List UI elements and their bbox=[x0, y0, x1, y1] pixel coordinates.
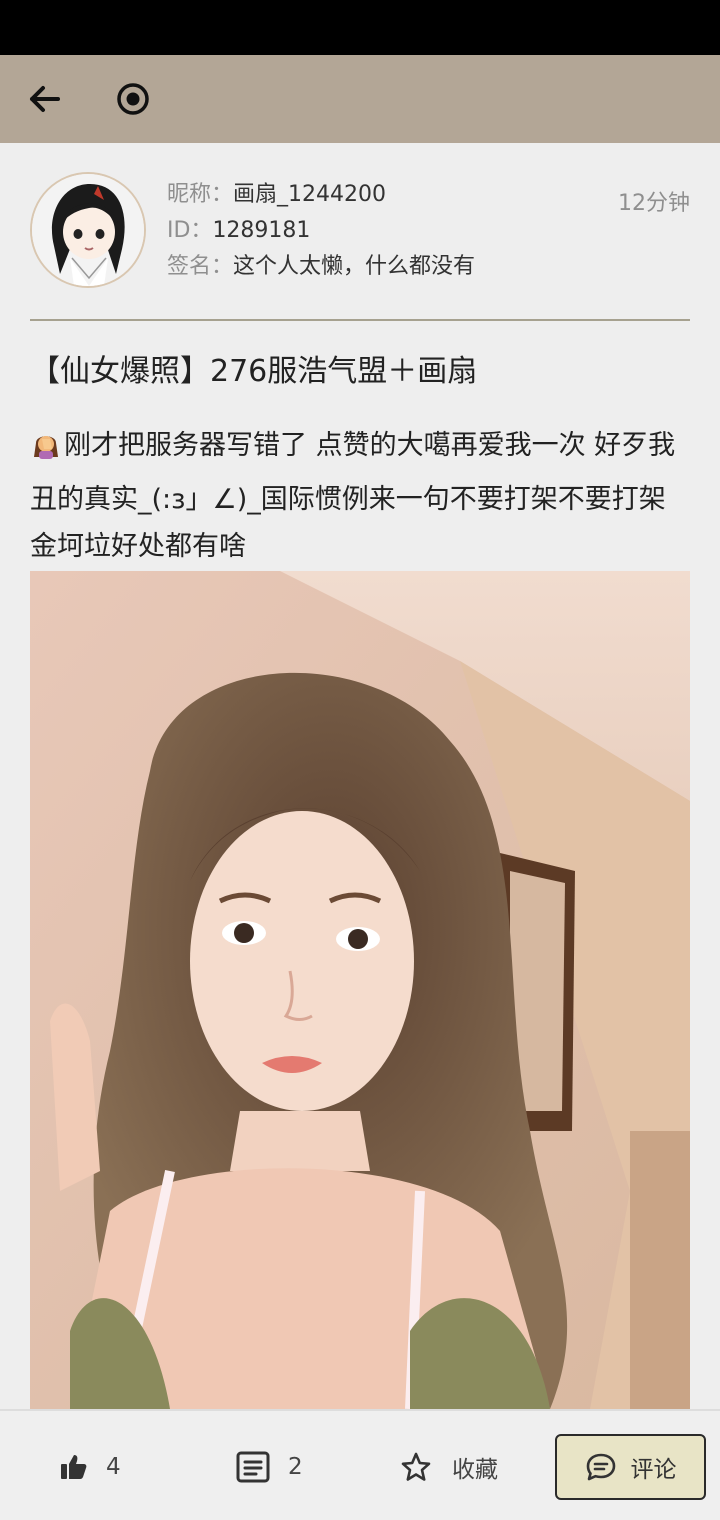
post-time: 12分钟 bbox=[618, 191, 690, 216]
avatar-image bbox=[32, 174, 144, 286]
selfie-photo bbox=[30, 571, 690, 1409]
facepalm-emoji-icon bbox=[30, 429, 62, 476]
comment-count-button[interactable]: 2 bbox=[236, 1411, 303, 1520]
comment-button[interactable]: 评论 bbox=[555, 1434, 706, 1500]
user-id: 1289181 bbox=[212, 218, 311, 243]
user-id-line: ID：1289181 bbox=[167, 216, 310, 246]
nickname-line: 昵称：画扇_1244200 bbox=[167, 180, 386, 210]
list-icon bbox=[236, 1451, 270, 1482]
target-icon bbox=[117, 83, 149, 115]
signature-line: 签名：这个人太懒，什么都没有 bbox=[167, 252, 475, 282]
signature-label: 签名： bbox=[167, 254, 234, 279]
signature: 这个人太懒，什么都没有 bbox=[233, 254, 476, 279]
nickname: 画扇_1244200 bbox=[233, 182, 386, 207]
top-toolbar bbox=[0, 55, 720, 143]
post-title: 【仙女爆照】276服浩气盟＋画扇 bbox=[30, 354, 478, 389]
bottom-action-bar: 4 2 收藏 评论 bbox=[0, 1409, 720, 1520]
back-button[interactable] bbox=[17, 71, 73, 127]
star-icon bbox=[401, 1452, 431, 1481]
comment-count: 2 bbox=[288, 1453, 303, 1480]
post-body-text: 刚才把服务器写错了 点赞的大噶再爱我一次 好歹我丑的真实_(:з」∠)_国际惯例… bbox=[30, 430, 676, 562]
user-id-label: ID： bbox=[167, 218, 213, 243]
like-count: 4 bbox=[106, 1453, 121, 1480]
chat-bubble-icon bbox=[586, 1453, 615, 1481]
like-button[interactable]: 4 bbox=[58, 1411, 121, 1520]
post-body: 刚才把服务器写错了 点赞的大噶再爱我一次 好歹我丑的真实_(:з」∠)_国际惯例… bbox=[30, 422, 690, 570]
thumbs-up-icon bbox=[61, 1454, 87, 1479]
post-photo[interactable] bbox=[30, 571, 690, 1409]
comment-label: 评论 bbox=[630, 1457, 677, 1483]
avatar[interactable] bbox=[30, 172, 146, 288]
status-bar bbox=[0, 0, 720, 55]
favorite-button[interactable]: 收藏 bbox=[400, 1411, 498, 1520]
divider bbox=[30, 319, 690, 321]
author-header: 昵称：画扇_1244200 ID：1289181 签名：这个人太懒，什么都没有 … bbox=[30, 172, 690, 292]
favorite-label: 收藏 bbox=[452, 1456, 498, 1483]
arrow-left-icon bbox=[30, 86, 60, 112]
target-button[interactable] bbox=[105, 71, 161, 127]
nickname-label: 昵称： bbox=[167, 182, 234, 207]
